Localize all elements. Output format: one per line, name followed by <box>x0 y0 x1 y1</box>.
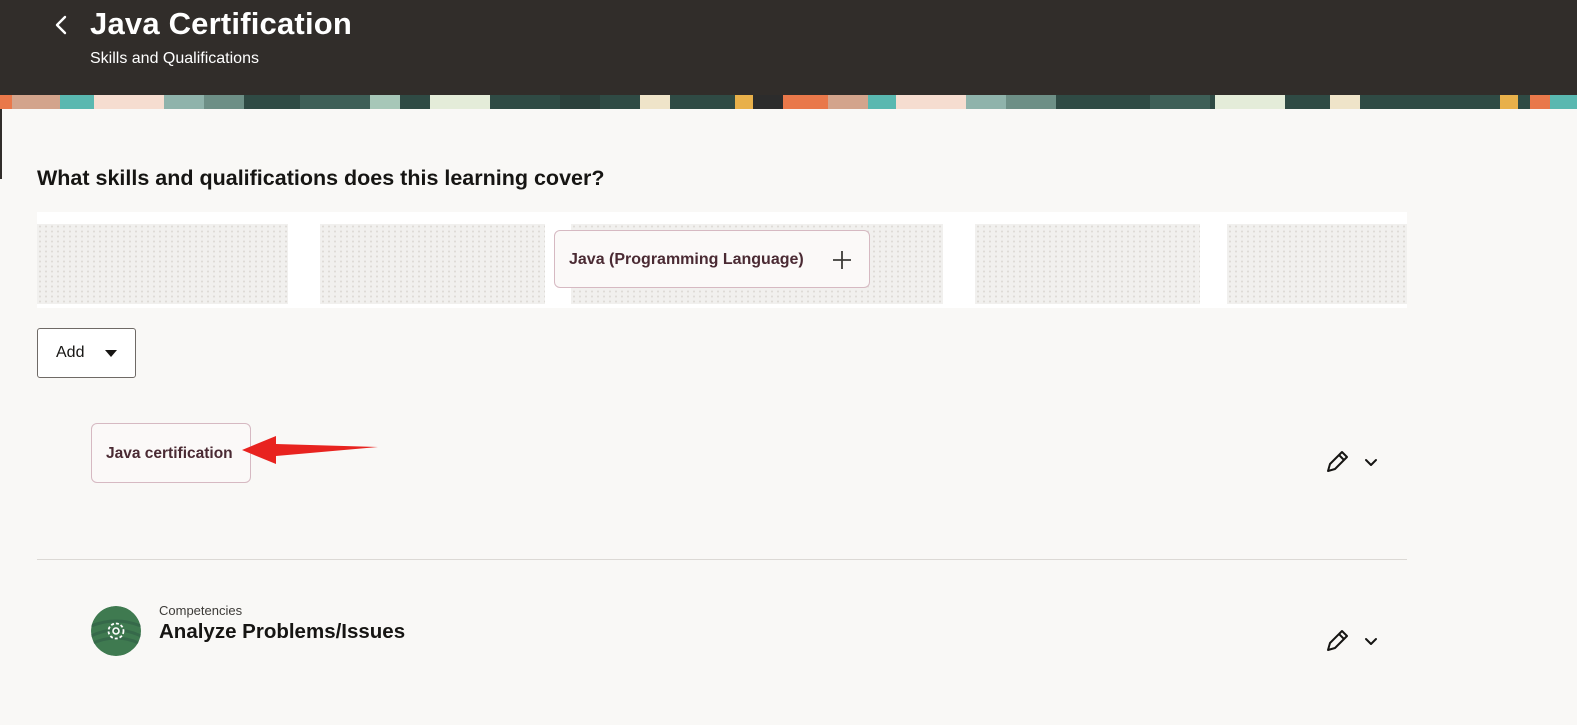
pencil-icon <box>1327 630 1348 651</box>
annotation-arrow-icon <box>242 436 378 464</box>
back-button[interactable] <box>46 8 76 42</box>
plus-icon[interactable] <box>831 249 853 271</box>
expand-button[interactable] <box>1357 448 1387 478</box>
chevron-down-icon <box>1365 459 1377 466</box>
caret-down-icon <box>105 350 117 357</box>
decorative-banner <box>0 95 1577 109</box>
add-menu-button[interactable]: Add <box>37 328 136 378</box>
competency-name: Analyze Problems/Issues <box>159 620 406 643</box>
expand-button[interactable] <box>1357 627 1387 657</box>
qualification-label: Java certification <box>106 445 233 462</box>
pencil-icon <box>1327 451 1348 472</box>
page-header: Java Certification Skills and Qualificat… <box>0 0 1577 95</box>
page-subtitle: Skills and Qualifications <box>90 50 259 67</box>
chevron-down-icon <box>1365 638 1377 645</box>
chevron-left-icon <box>55 15 67 35</box>
placeholder-card <box>37 224 288 304</box>
page-title: Java Certification <box>90 6 353 41</box>
section-divider <box>37 559 1407 560</box>
suggested-skill-chip[interactable]: Java (Programming Language) <box>554 230 870 288</box>
edit-button[interactable] <box>1322 447 1352 477</box>
left-edge-rule <box>0 109 2 179</box>
placeholder-card <box>975 224 1200 304</box>
add-button-label: Add <box>56 344 85 361</box>
placeholder-card <box>1227 224 1407 304</box>
section-question: What skills and qualifications does this… <box>37 166 605 190</box>
competency-avatar <box>91 606 141 656</box>
suggested-skill-label: Java (Programming Language) <box>569 251 804 268</box>
competency-gear-icon <box>91 606 141 656</box>
qualification-chip[interactable]: Java certification <box>91 423 251 483</box>
edit-button[interactable] <box>1322 626 1352 656</box>
placeholder-card <box>320 224 545 304</box>
competency-category: Competencies <box>159 603 243 618</box>
